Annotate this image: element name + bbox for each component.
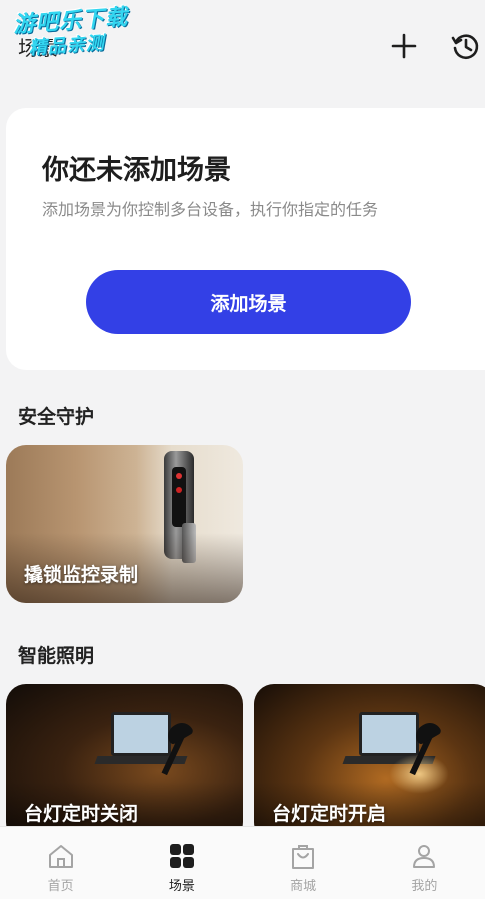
section-title-security: 安全守护 [18,406,95,428]
grid-icon [169,844,194,868]
scene-card-lamp-off[interactable]: 台灯定时关闭 [6,684,243,842]
history-icon[interactable] [450,30,482,62]
plus-icon[interactable] [388,30,420,62]
scene-card-label: 台灯定时开启 [272,803,387,825]
watermark: 游吧乐下载 精品亲测 [12,5,130,62]
lock-keypad [172,467,186,527]
tab-label: 首页 [47,879,74,894]
tab-store[interactable]: 商城 [243,827,364,899]
scene-card-label: 台灯定时关闭 [24,803,139,825]
laptop-image [359,712,419,756]
lock-handle [182,523,196,563]
bottom-tab-bar: 首页 场景 商城 我的 [0,826,485,899]
user-icon [413,845,436,868]
empty-scene-card: 你还未添加场景 添加场景为你控制多台设备，执行你指定的任务 添加场景 [6,108,485,370]
tab-label: 我的 [411,879,438,894]
empty-title: 你还未添加场景 [42,155,231,186]
tab-scenes[interactable]: 场景 [121,827,242,899]
home-icon [48,845,73,868]
scene-card-label: 撬锁监控录制 [24,564,139,586]
lock-indicator [176,487,182,493]
tab-label: 场景 [168,879,195,894]
tab-profile[interactable]: 我的 [364,827,485,899]
scene-card-lamp-on[interactable]: 台灯定时开启 [254,684,485,842]
section-title-lighting: 智能照明 [18,645,95,667]
add-scene-button[interactable]: 添加场景 [86,270,411,334]
empty-description: 添加场景为你控制多台设备，执行你指定的任务 [42,200,379,219]
shopping-bag-icon [292,845,315,869]
tab-label: 商城 [290,879,317,894]
lock-indicator [176,473,182,479]
laptop-image [111,712,171,756]
scene-card-lock-monitor[interactable]: 撬锁监控录制 [6,445,243,603]
tab-home[interactable]: 首页 [0,827,121,899]
